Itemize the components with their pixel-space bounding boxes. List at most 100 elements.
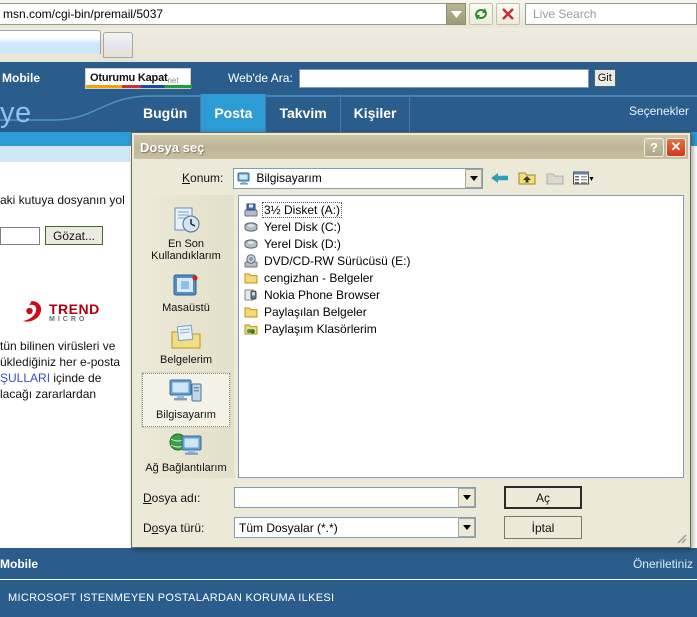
trend-desc-line-4: lacağı zararlardan	[0, 387, 97, 401]
address-history-dropdown-button[interactable]	[446, 3, 466, 25]
nav-tab-label: Takvim	[279, 105, 327, 121]
chevron-down-icon	[450, 10, 462, 18]
file-path-input[interactable]	[0, 226, 40, 245]
floppy-drive-icon	[244, 203, 258, 216]
place-item-network[interactable]: Ağ Bağlantılarım	[142, 429, 230, 479]
dialog-bottom-area: Dosya adı: Aç Dosya türü: Tüm Dosyalar (…	[132, 478, 690, 539]
place-label-line2: Kullandıklarım	[151, 250, 221, 262]
new-folder-button[interactable]	[543, 167, 567, 189]
file-type-combo[interactable]: Tüm Dosyalar (*.*)	[234, 517, 476, 538]
sign-out-button[interactable]: Oturumu Kapat net	[85, 67, 192, 89]
dialog-toolbar: Konum: Bilgisayarım	[132, 161, 690, 195]
trend-desc-line-3-rest: içinde de	[50, 371, 102, 385]
file-type-row: Dosya türü: Tüm Dosyalar (*.*) İptal	[138, 516, 684, 539]
file-type-dropdown-arrow[interactable]	[458, 518, 475, 537]
look-in-combo[interactable]: Bilgisayarım	[233, 167, 484, 189]
my-computer-icon	[237, 172, 250, 185]
address-input[interactable]: msn.com/cgi-bin/premail/5037	[0, 3, 446, 25]
file-name-input[interactable]	[234, 487, 476, 508]
tab-strip	[0, 28, 697, 58]
cancel-label: İptal	[531, 520, 555, 535]
footer-suggestions-link[interactable]: Öneriletiniz	[633, 557, 693, 571]
trend-micro-logo: TREND MICRO	[0, 300, 133, 324]
file-list-item[interactable]: 3½ Disket (A:)	[244, 201, 683, 218]
attachment-instruction: aki kutuya dosyanın yol	[0, 193, 125, 207]
look-in-dropdown-arrow[interactable]	[465, 168, 483, 188]
file-list-item[interactable]: cengizhan - Belgeler	[244, 269, 683, 286]
resize-grip-icon[interactable]	[674, 531, 688, 545]
mobile-link[interactable]: Mobile	[2, 71, 40, 85]
new-folder-icon	[546, 171, 564, 185]
hard-drive-icon	[244, 221, 258, 232]
file-name: Nokia Phone Browser	[264, 287, 381, 302]
file-name: 3½ Disket (A:)	[262, 201, 343, 218]
live-search-input[interactable]: Live Search	[525, 3, 697, 25]
file-name: Paylaşılan Belgeler	[264, 304, 367, 319]
dialog-main-area: En Son Kullandıklarım Masaüstü Belgeleri…	[132, 195, 690, 478]
chevron-down-icon	[462, 525, 471, 530]
folder-icon	[244, 273, 258, 283]
up-one-level-button[interactable]	[515, 167, 539, 189]
nav-tab-label: Posta	[214, 105, 253, 121]
content-highlight-strip	[0, 146, 130, 162]
dialog-title-bar[interactable]: Dosya seç ? ✕	[134, 135, 688, 159]
file-list-item[interactable]: Paylaşılan Belgeler	[244, 303, 683, 320]
browser-tab-active[interactable]	[0, 30, 101, 54]
go-label: Git	[597, 72, 612, 84]
footer-mobile-link[interactable]: Mobile	[0, 557, 38, 571]
web-search-go-button[interactable]: Git	[593, 69, 616, 87]
file-name-row: Dosya adı: Aç	[138, 486, 684, 509]
file-open-dialog: Dosya seç ? ✕ Konum: Bilgisayarım En Son…	[131, 132, 691, 548]
close-button[interactable]: ✕	[666, 137, 686, 157]
place-item-my-documents[interactable]: Belgelerim	[142, 321, 230, 371]
footer-policy-text: MICROSOFT ISTENMEYEN POSTALARDAN KORUMA …	[8, 592, 335, 604]
web-search-label: Web'de Ara:	[228, 71, 293, 85]
nav-tab-takvim[interactable]: Takvim	[266, 94, 341, 132]
new-tab-button[interactable]	[103, 32, 133, 58]
trend-desc-line-3: ŞULLARI içinde de	[0, 370, 133, 386]
back-button[interactable]	[487, 167, 511, 189]
chevron-down-icon	[469, 175, 478, 181]
place-item-recent[interactable]: En Son Kullandıklarım	[142, 203, 230, 267]
file-list-item[interactable]: DVD/CD-RW Sürücüsü (E:)	[244, 252, 683, 269]
up-folder-icon	[518, 172, 536, 185]
file-name-dropdown-arrow[interactable]	[458, 488, 475, 507]
file-list-item[interactable]: Nokia Phone Browser	[244, 286, 683, 303]
file-name: Paylaşım Klasörlerim	[264, 321, 377, 336]
footer-links-row: Mobile Öneriletiniz	[0, 548, 697, 580]
open-button[interactable]: Aç	[504, 486, 582, 509]
file-list-item[interactable]: Paylaşım Klasörlerim	[244, 320, 683, 337]
cancel-button[interactable]: İptal	[504, 516, 582, 539]
chevron-down-icon	[462, 495, 471, 500]
trend-micro-swirl-icon	[23, 301, 42, 322]
nav-tab-posta[interactable]: Posta	[201, 94, 267, 132]
place-item-desktop[interactable]: Masaüstü	[142, 269, 230, 319]
help-button[interactable]: ?	[644, 137, 664, 157]
browse-button[interactable]: Gözat...	[45, 226, 104, 245]
place-label: Masaüstü	[162, 302, 210, 314]
web-search-input[interactable]	[298, 68, 589, 88]
refresh-icon	[475, 8, 487, 20]
live-search-placeholder: Live Search	[533, 7, 597, 21]
address-text: msn.com/cgi-bin/premail/5037	[3, 7, 164, 21]
desktop-icon	[173, 274, 198, 296]
trend-desc-line-2: üklediğiniz her e-posta	[0, 355, 121, 369]
file-name: Yerel Disk (C:)	[264, 219, 341, 234]
place-item-my-computer[interactable]: Bilgisayarım	[141, 372, 231, 428]
file-list-item[interactable]: Yerel Disk (C:)	[244, 218, 683, 235]
views-icon	[572, 171, 594, 184]
attachment-upload-row: Gözat...	[0, 226, 133, 245]
file-name: Yerel Disk (D:)	[264, 236, 341, 251]
file-name: cengizhan - Belgeler	[264, 270, 374, 285]
close-icon: ✕	[670, 139, 682, 154]
options-link[interactable]: Seçenekler	[629, 104, 689, 118]
back-arrow-icon	[490, 173, 508, 183]
file-list-item[interactable]: Yerel Disk (D:)	[244, 235, 683, 252]
refresh-button[interactable]	[469, 3, 493, 25]
stop-button[interactable]	[496, 3, 520, 25]
nav-tab-bugun[interactable]: Bugün	[130, 94, 202, 132]
views-button[interactable]	[571, 167, 595, 189]
trend-name-top: TREND	[49, 300, 100, 317]
nav-tab-kisiler[interactable]: Kişiler	[341, 94, 411, 132]
file-list[interactable]: 3½ Disket (A:) Yerel Disk (C:) Yerel Dis…	[238, 195, 684, 478]
